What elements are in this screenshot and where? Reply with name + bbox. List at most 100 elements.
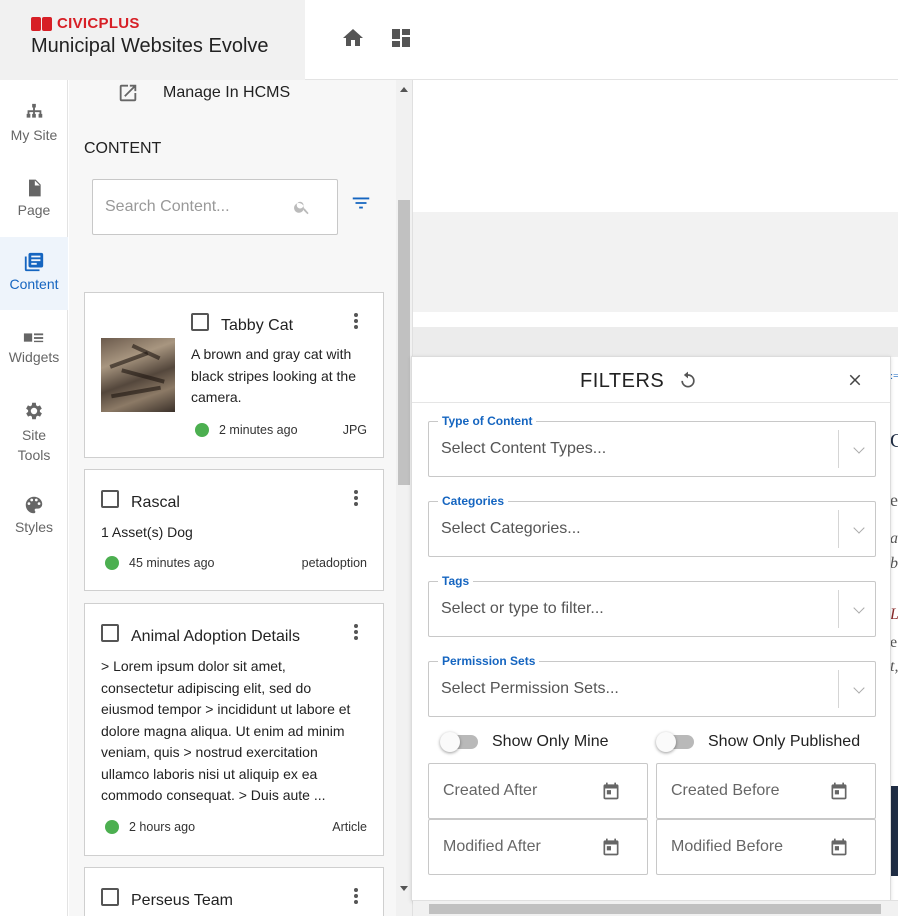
card-description: 1 Asset(s) Dog (101, 522, 193, 544)
card-meta: 2 hours ago (105, 820, 195, 834)
nav-label-my-site: My Site (10, 127, 58, 143)
card-title: Perseus Team (131, 892, 233, 909)
modified-before-field[interactable]: Modified Before (656, 819, 876, 875)
nav-item-styles[interactable]: Styles (0, 494, 68, 535)
card-checkbox[interactable] (101, 888, 119, 906)
preview-fragment: C (890, 430, 898, 452)
card-meta: 45 minutes ago (105, 556, 214, 570)
manage-in-hcms-link[interactable]: Manage In HCMS (117, 82, 290, 104)
calendar-icon[interactable] (601, 780, 621, 802)
filters-header: FILTERS (412, 357, 890, 403)
show-only-published-toggle[interactable]: Show Only Published (656, 732, 860, 752)
desc-line: commodo consequat. > Duis aute ... (101, 787, 326, 803)
nav-label-content: Content (9, 276, 59, 292)
content-card[interactable]: Perseus Team (84, 867, 384, 916)
field-label: Type of Content (438, 414, 537, 428)
preview-fragment: t, (890, 658, 898, 675)
tabby-cat-thumbnail (101, 338, 175, 412)
content-card[interactable]: Animal Adoption Details > Lorem ipsum do… (84, 603, 384, 856)
chevron-down-icon[interactable] (853, 522, 865, 534)
desc-line: dolore magna aliqua. Ut enim ad minim (101, 722, 345, 739)
nav-item-my-site[interactable]: My Site (0, 102, 68, 143)
nav-item-site-tools[interactable]: Site Tools (0, 400, 68, 465)
tags-select[interactable]: Tags Select or type to filter... (428, 574, 876, 637)
content-card[interactable]: Rascal 1 Asset(s) Dog 45 minutes ago pet… (84, 469, 384, 591)
card-kind: Article (332, 820, 367, 834)
civicplus-logo-mark-icon (31, 16, 53, 31)
card-description: A brown and gray cat with black stripes … (191, 344, 356, 409)
manage-label: Manage In HCMS (163, 84, 291, 101)
gear-icon (26, 402, 42, 420)
calendar-icon[interactable] (829, 780, 849, 802)
dashboard-icon[interactable] (389, 26, 413, 50)
scroll-up-arrow-icon[interactable] (400, 87, 408, 92)
desc-line: 1 Asset(s) Dog (101, 524, 193, 540)
content-card[interactable]: Tabby Cat A brown and gray cat with blac… (84, 292, 384, 458)
preview-dark-block (890, 786, 898, 876)
reset-icon[interactable] (678, 370, 698, 390)
chevron-down-icon[interactable] (853, 682, 865, 694)
field-placeholder: Select Permission Sets... (441, 680, 619, 697)
nav-item-widgets[interactable]: Widgets (0, 330, 68, 365)
calendar-icon[interactable] (601, 836, 621, 858)
nav-item-page[interactable]: Page (0, 177, 68, 218)
desc-line: > Lorem ipsum dolor sit amet, (101, 658, 286, 674)
more-vert-icon[interactable] (354, 888, 358, 906)
chevron-down-icon[interactable] (853, 442, 865, 454)
search-input[interactable] (105, 198, 285, 216)
home-icon[interactable] (341, 26, 365, 50)
published-status-dot (105, 556, 119, 570)
more-vert-icon[interactable] (354, 490, 358, 508)
desc-line: eiusmod tempor > incididunt ut labore et (101, 701, 351, 717)
more-vert-icon[interactable] (354, 313, 358, 331)
nav-label-widgets: Widgets (8, 349, 60, 365)
close-icon[interactable] (846, 371, 864, 389)
created-after-field[interactable]: Created After (428, 763, 648, 819)
field-placeholder: Select Categories... (441, 520, 581, 537)
desc-line: veniam, quis > nostrud exercitation (101, 744, 318, 760)
card-checkbox[interactable] (101, 624, 119, 642)
scrollbar-thumb[interactable] (429, 904, 881, 914)
card-time: 45 minutes ago (129, 556, 215, 570)
scroll-down-arrow-icon[interactable] (400, 886, 408, 891)
filter-icon[interactable] (350, 192, 372, 214)
preview-fragment: a (890, 530, 898, 547)
published-status-dot (195, 423, 209, 437)
modified-after-field[interactable]: Modified After (428, 819, 648, 875)
date-placeholder: Modified After (443, 838, 541, 855)
card-kind: JPG (342, 423, 367, 437)
card-title: Animal Adoption Details (131, 628, 300, 645)
search-icon[interactable] (293, 198, 311, 216)
toggle-track[interactable] (656, 732, 694, 752)
toggle-label: Show Only Mine (492, 733, 609, 750)
preview-fragment: L (890, 606, 898, 624)
type-of-content-select[interactable]: Type of Content Select Content Types... (428, 414, 876, 477)
preview-horizontal-scrollbar[interactable] (413, 900, 898, 916)
civicplus-logo: CIVICPLUS (31, 15, 140, 32)
categories-select[interactable]: Categories Select Categories... (428, 494, 876, 557)
date-placeholder: Created Before (671, 782, 780, 799)
brand-suffix: PLUS (98, 15, 140, 32)
brand-prefix: CIVIC (57, 15, 99, 32)
nav-item-content[interactable]: Content (0, 237, 68, 310)
left-nav: My Site Page Content Widgets Site Tools … (0, 80, 68, 916)
preview-fragment: e (890, 634, 898, 651)
card-time: 2 minutes ago (219, 423, 298, 437)
preview-band (413, 327, 898, 357)
field-placeholder: Select or type to filter... (441, 600, 604, 617)
show-only-mine-toggle[interactable]: Show Only Mine (440, 732, 609, 752)
permission-sets-select[interactable]: Permission Sets Select Permission Sets..… (428, 654, 876, 717)
brand-header: CIVICPLUS Municipal Websites Evolve (0, 0, 305, 80)
more-vert-icon[interactable] (354, 624, 358, 642)
toggle-track[interactable] (440, 732, 478, 752)
chevron-down-icon[interactable] (853, 602, 865, 614)
card-checkbox[interactable] (101, 490, 119, 508)
created-before-field[interactable]: Created Before (656, 763, 876, 819)
filters-title: FILTERS (580, 370, 665, 392)
preview-fragment: b (890, 555, 898, 572)
scrollbar-thumb[interactable] (398, 200, 410, 485)
calendar-icon[interactable] (829, 836, 849, 858)
card-checkbox[interactable] (191, 313, 209, 331)
nav-label-styles: Styles (14, 519, 54, 535)
nav-label-tools: Tools (17, 447, 51, 463)
